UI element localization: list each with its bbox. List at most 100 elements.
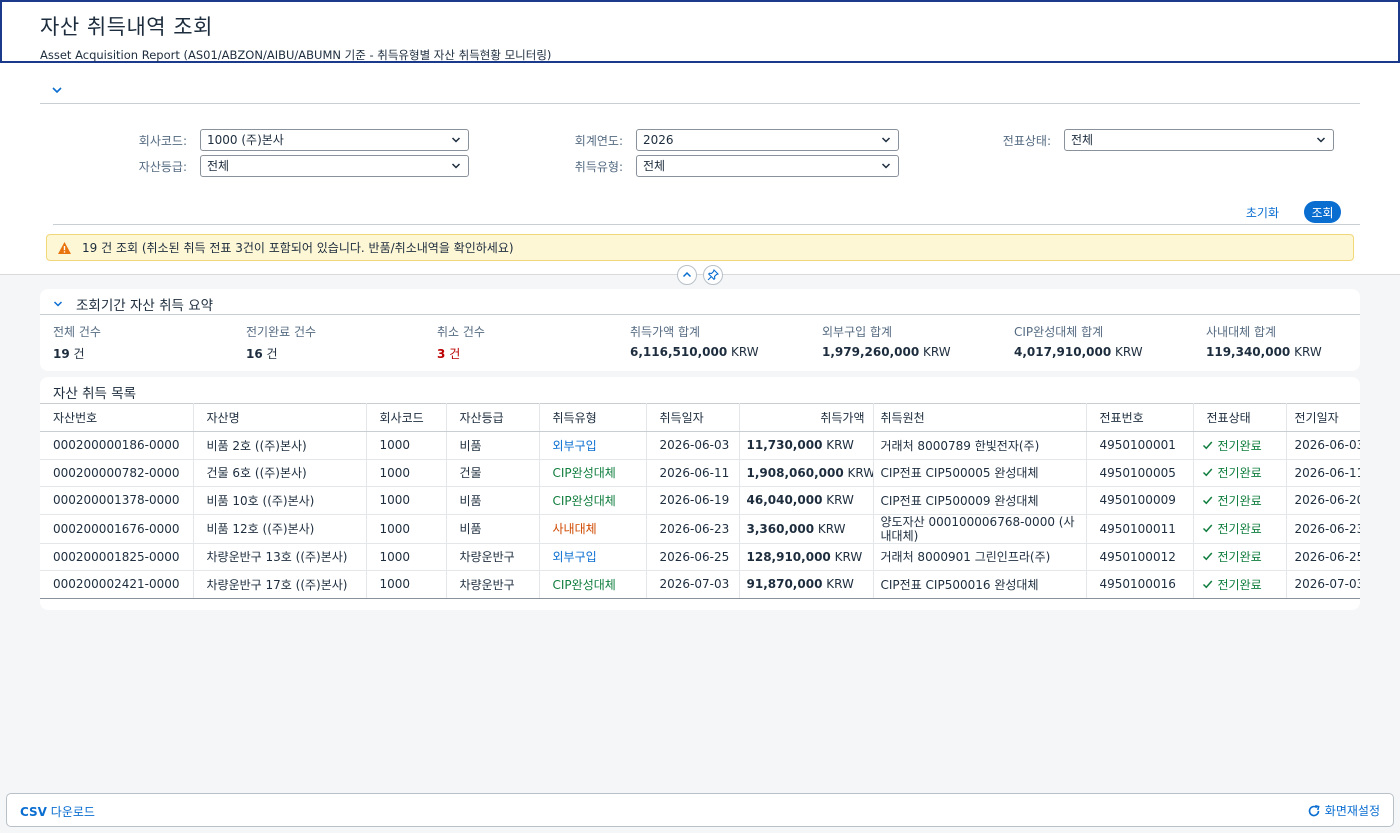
cell-post-date: 2026-07-03 (1286, 570, 1360, 599)
amount-value: 3,360,000 (746, 521, 815, 536)
kpi-value: 4,017,910,000 (1014, 345, 1112, 359)
status-text: 전기완료 (1217, 577, 1262, 592)
column-header[interactable]: 자산번호 (40, 403, 194, 432)
amount-currency: KRW (834, 549, 863, 564)
table-row[interactable]: 000200001825-0000 차량운반구 13호 ((주)본사) 1000 차량… (40, 543, 1360, 571)
column-header[interactable]: 전기일자 (1286, 403, 1360, 432)
cell-acq-date: 2026-06-03 (646, 431, 740, 460)
column-header[interactable]: 전표번호 (1086, 403, 1194, 432)
check-icon (1202, 468, 1212, 477)
cell-acq-date: 2026-07-03 (646, 570, 740, 599)
chevron-down-icon (53, 301, 63, 307)
cell-asset-no: 000200000782-0000 (40, 459, 194, 487)
cell-acq-type: 사내대체 (539, 514, 647, 544)
table-row[interactable]: 000200002421-0000 차량운반구 17호 ((주)본사) 1000 차량… (40, 570, 1360, 599)
column-header[interactable]: 취득가액 (739, 403, 874, 432)
status-text: 전기완료 (1217, 466, 1262, 481)
cell-acq-date: 2026-06-23 (646, 514, 740, 544)
cell-acq-type: 외부구입 (539, 431, 647, 460)
reset-view-label: 화면재설정 (1324, 804, 1380, 818)
page-title: 자산 취득내역 조회 (40, 15, 213, 39)
warning-message-strip: 19 건 조회 (취소된 취득 전표 3건이 포함되어 있습니다. 반품/취소내… (46, 234, 1354, 261)
filter-label: 자산등급: (138, 159, 187, 174)
filter-divider (40, 103, 1360, 104)
kpi-label: 취소 건수 (437, 325, 485, 339)
chevron-down-icon (1316, 137, 1326, 143)
cell-doc-no: 4950100005 (1086, 459, 1194, 487)
column-header[interactable]: 회사코드 (366, 403, 447, 432)
filter-fiscal-year: 회계연도: 2026 (423, 129, 899, 151)
cell-asset-class: 비품 (446, 514, 540, 544)
cell-company-code: 1000 (366, 514, 447, 544)
kpi-value: 3 (437, 347, 446, 361)
collapse-filter-toggle[interactable] (48, 81, 66, 99)
kpi-unit: 건 (266, 347, 278, 361)
pin-header-button[interactable] (703, 265, 723, 285)
kpi-unit: KRW (1294, 345, 1322, 359)
summary-card: 조회기간 자산 취득 요약 전체 건수 19 건 전기완료 건수 16 건 취소… (40, 289, 1360, 371)
cell-asset-no: 000200000186-0000 (40, 431, 194, 460)
table-row[interactable]: 000200001378-0000 비품 10호 ((주)본사) 1000 비품 CIP… (40, 486, 1360, 515)
cell-post-date: 2026-06-11 (1286, 459, 1360, 487)
kpi-posted-count: 전기완료 건수 16 건 (246, 323, 316, 362)
select-value: 1000 (주)본사 (207, 133, 284, 147)
table-header-row: 자산번호 자산명 회사코드 자산등급 취득유형 취득일자 취득가액 취득원천 전… (40, 403, 1360, 432)
table-row[interactable]: 000200000186-0000 비품 2호 ((주)본사) 1000 비품 외부구입… (40, 431, 1360, 460)
kpi-external-total: 외부구입 합계 1,979,260,000 KRW (822, 323, 951, 359)
collapse-header-button[interactable] (677, 265, 697, 285)
reset-view-button[interactable]: 화면재설정 (1307, 802, 1380, 819)
page-header: 자산 취득내역 조회 Asset Acquisition Report (AS0… (0, 0, 1400, 63)
select-value: 전체 (207, 159, 230, 173)
refresh-icon (1308, 804, 1320, 816)
check-icon (1202, 580, 1212, 589)
cell-acq-date: 2026-06-19 (646, 486, 740, 515)
asset-table: 자산번호 자산명 회사코드 자산등급 취득유형 취득일자 취득가액 취득원천 전… (40, 403, 1360, 599)
table-row[interactable]: 000200001676-0000 비품 12호 ((주)본사) 1000 비품 사내대… (40, 514, 1360, 544)
filter-label: 전표상태: (1002, 133, 1051, 148)
pin-icon (707, 269, 719, 281)
column-header[interactable]: 자산명 (193, 403, 367, 432)
cell-acq-source: 거래처 8000901 그린인프라(주) (873, 543, 1087, 571)
kpi-unit: KRW (731, 345, 759, 359)
column-header[interactable]: 취득원천 (873, 403, 1087, 432)
cell-asset-name: 차량운반구 13호 ((주)본사) (193, 543, 367, 571)
summary-header[interactable]: 조회기간 자산 취득 요약 (52, 293, 213, 315)
kpi-cancel-count: 취소 건수 3 건 (437, 323, 485, 362)
check-icon (1202, 496, 1212, 505)
doc-status-select[interactable]: 전체 (1064, 129, 1334, 151)
check-icon (1202, 552, 1212, 561)
search-button[interactable]: 조회 (1304, 201, 1341, 223)
acq-type-select[interactable]: 전체 (636, 155, 899, 177)
table-row[interactable]: 000200000782-0000 건물 6호 ((주)본사) 1000 건물 CIP완… (40, 459, 1360, 487)
kpi-value: 16 (246, 347, 263, 361)
asset-list-card: 자산 취득 목록 자산번호 자산명 회사코드 자산등급 취득유형 취득일자 취득… (40, 377, 1360, 610)
cell-acq-amount: 11,730,000 KRW (739, 431, 874, 460)
cell-asset-no: 000200002421-0000 (40, 570, 194, 599)
cell-doc-status: 전기완료 (1193, 459, 1287, 487)
column-header[interactable]: 취득유형 (539, 403, 647, 432)
cell-asset-class: 건물 (446, 459, 540, 487)
check-icon (1202, 524, 1212, 533)
kpi-unit: KRW (923, 345, 951, 359)
cell-doc-no: 4950100011 (1086, 514, 1194, 544)
cell-acq-type: 외부구입 (539, 543, 647, 571)
kpi-unit: 건 (449, 347, 461, 361)
column-header[interactable]: 취득일자 (646, 403, 740, 432)
cell-asset-class: 비품 (446, 486, 540, 515)
filter-asset-class: 자산등급: 전체 (0, 155, 469, 177)
fiscal-year-select[interactable]: 2026 (636, 129, 899, 151)
cell-acq-type: CIP완성대체 (539, 486, 647, 515)
cell-acq-amount: 3,360,000 KRW (739, 514, 874, 544)
csv-download-button[interactable]: CSV 다운로드 (20, 803, 95, 820)
cell-acq-type: CIP완성대체 (539, 570, 647, 599)
column-header[interactable]: 자산등급 (446, 403, 540, 432)
chevron-down-icon (881, 163, 891, 169)
cell-doc-status: 전기완료 (1193, 431, 1287, 460)
summary-divider (40, 314, 1360, 315)
cell-acq-amount: 1,908,060,000 KRW (739, 459, 874, 487)
cell-acq-source: CIP전표 CIP500005 완성대체 (873, 459, 1087, 487)
reset-button[interactable]: 초기화 (1246, 201, 1279, 223)
select-value: 전체 (1071, 133, 1094, 147)
page-subtitle: Asset Acquisition Report (AS01/ABZON/AIB… (40, 48, 552, 62)
column-header[interactable]: 전표상태 (1193, 403, 1287, 432)
